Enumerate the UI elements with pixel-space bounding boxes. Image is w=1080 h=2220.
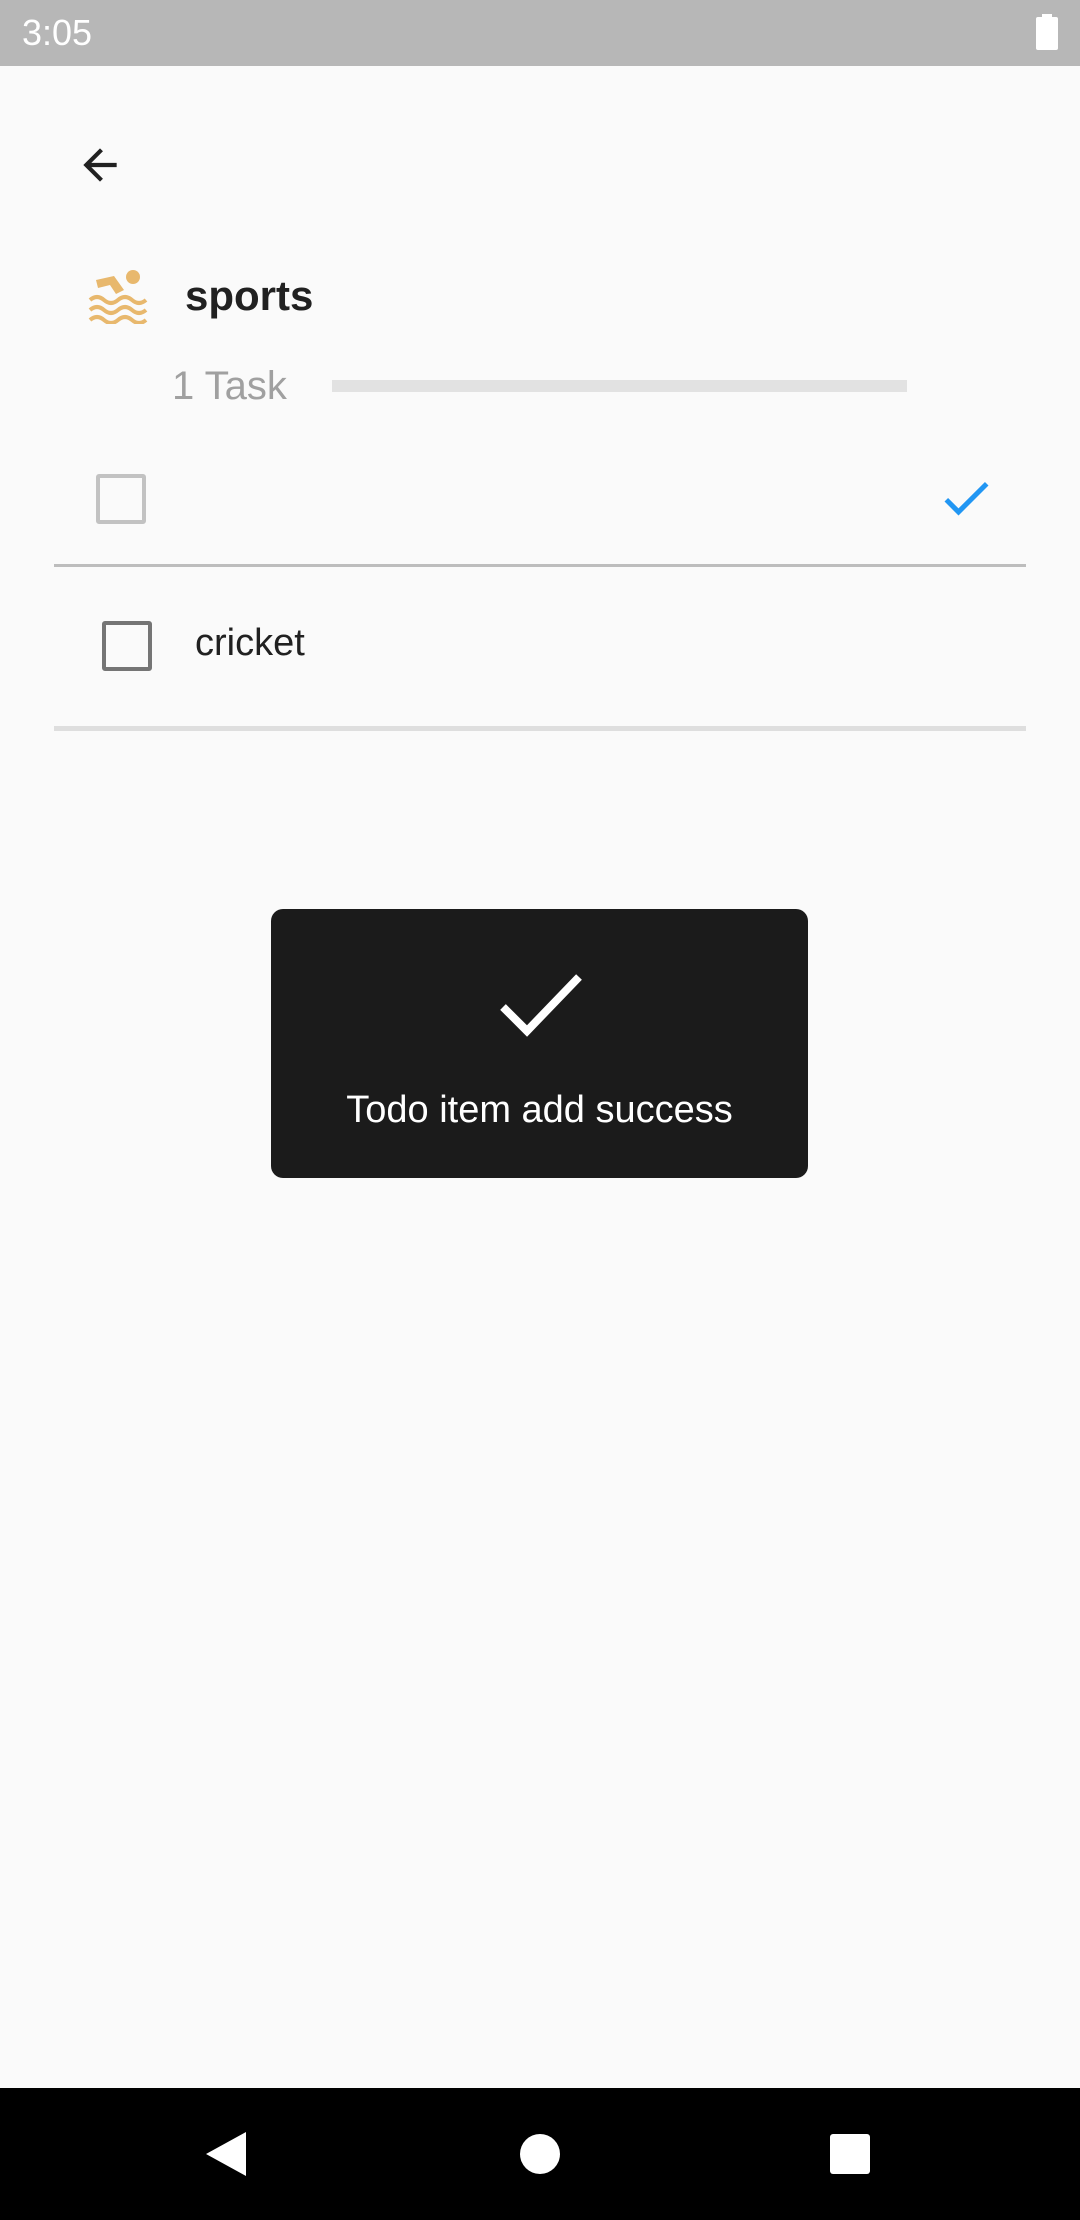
category-title: sports [185,272,314,319]
status-time: 3:05 [22,12,93,53]
todo-detail-screen: 3:05 sports 1 Task cricket Todo item add… [0,0,1080,2220]
new-item-row [54,440,1026,567]
arrow-back-icon [83,148,117,182]
task-count: 1 Task [172,364,287,408]
toast-message: Todo item add success [346,1089,733,1131]
swimming-icon [88,270,148,324]
check-icon [500,974,582,1037]
check-icon [944,481,989,516]
nav-recents-button[interactable] [820,2124,880,2184]
nav-back-icon [206,2132,246,2176]
navigation-bar [0,2088,1080,2220]
nav-home-icon [520,2134,560,2174]
battery-icon [1036,14,1058,50]
todo-item-label: cricket [195,622,305,664]
todo-item[interactable]: cricket [54,580,1026,731]
todo-item-checkbox[interactable] [102,621,152,671]
nav-back-button[interactable] [196,2124,256,2184]
confirm-add-button[interactable] [936,468,996,528]
back-button[interactable] [60,125,140,205]
success-toast: Todo item add success [271,909,808,1178]
new-item-input[interactable] [184,468,828,530]
nav-recents-icon [830,2134,870,2174]
status-bar: 3:05 [0,0,1080,66]
nav-home-button[interactable] [510,2124,570,2184]
progress-bar [332,380,907,392]
new-item-checkbox[interactable] [96,474,146,524]
